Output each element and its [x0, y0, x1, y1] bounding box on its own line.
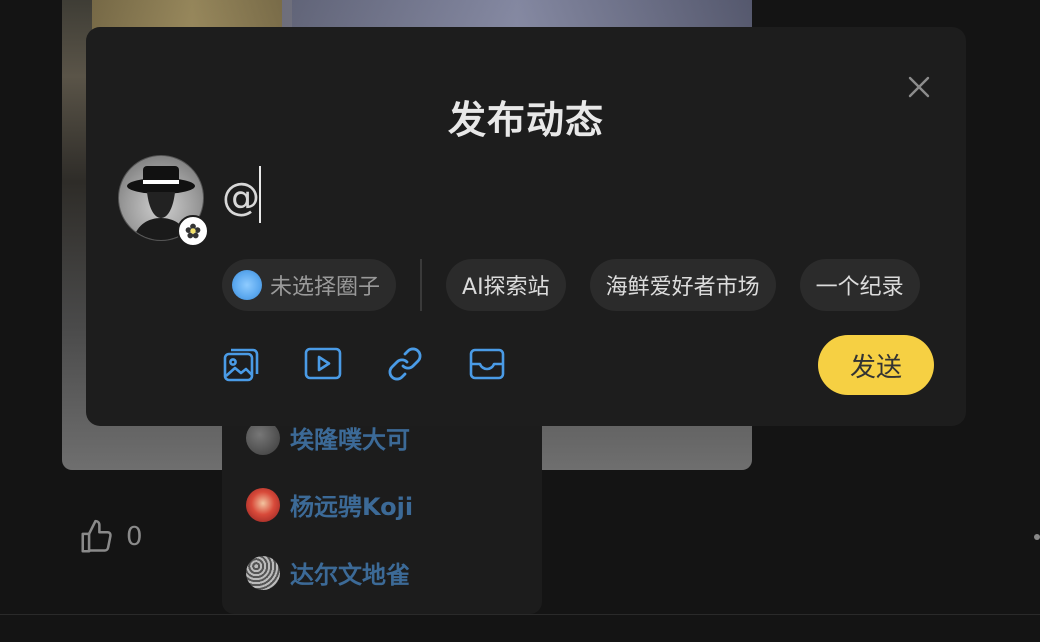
circle-dot-icon — [232, 270, 262, 300]
circle-chip-label: AI探索站 — [462, 275, 550, 300]
circle-chip[interactable]: 海鲜爱好者市场 — [589, 259, 776, 311]
more-dot[interactable] — [1034, 534, 1040, 540]
mention-item[interactable]: 杨远骋Koji — [246, 487, 413, 522]
circle-chip-none[interactable]: 未选择圈子 — [222, 259, 397, 311]
video-icon — [304, 347, 342, 380]
close-button[interactable] — [904, 72, 934, 102]
link-icon — [388, 347, 422, 381]
add-link-button[interactable] — [386, 345, 424, 383]
avatar — [246, 487, 280, 522]
image-icon — [223, 348, 259, 382]
like-area[interactable]: 0 — [78, 518, 143, 556]
inbox-icon — [469, 348, 505, 380]
text-cursor — [259, 166, 261, 223]
verified-badge — [177, 215, 209, 247]
like-count: 0 — [126, 522, 143, 552]
compose-toolbar — [222, 345, 506, 383]
mention-item[interactable]: 达尔文地雀 — [246, 555, 410, 590]
publish-modal: 发布动态 @ 未选择圈子 AI探索站 海鲜爱好者市场 一个纪录 发送 — [86, 27, 966, 426]
circle-chip[interactable]: AI探索站 — [446, 259, 566, 311]
circle-chip-label: 海鲜爱好者市场 — [605, 275, 760, 300]
circle-selector: 未选择圈子 AI探索站 海鲜爱好者市场 一个纪录 — [222, 259, 934, 311]
add-card-button[interactable] — [468, 345, 506, 383]
circle-chip[interactable]: 一个纪录 — [799, 259, 920, 311]
chip-divider — [420, 259, 423, 311]
divider — [0, 614, 1040, 615]
flower-icon — [185, 223, 201, 239]
mention-name: 杨远骋Koji — [290, 493, 414, 521]
circle-chip-label: 一个纪录 — [815, 275, 904, 300]
thumbs-up-icon[interactable] — [78, 518, 116, 556]
add-image-button[interactable] — [222, 345, 260, 383]
add-video-button[interactable] — [304, 345, 342, 383]
mention-name: 达尔文地雀 — [290, 561, 410, 589]
close-icon — [908, 76, 930, 98]
modal-title: 发布动态 — [447, 98, 604, 142]
circle-chip-label: 未选择圈子 — [270, 275, 381, 300]
compose-input[interactable] — [222, 167, 922, 227]
avatar — [246, 555, 280, 590]
page: 0 埃隆噗大可 杨远骋Koji 达尔文地雀 发布动态 @ 未选择圈子 AI探索站… — [0, 0, 1040, 642]
send-button[interactable]: 发送 — [818, 335, 934, 395]
